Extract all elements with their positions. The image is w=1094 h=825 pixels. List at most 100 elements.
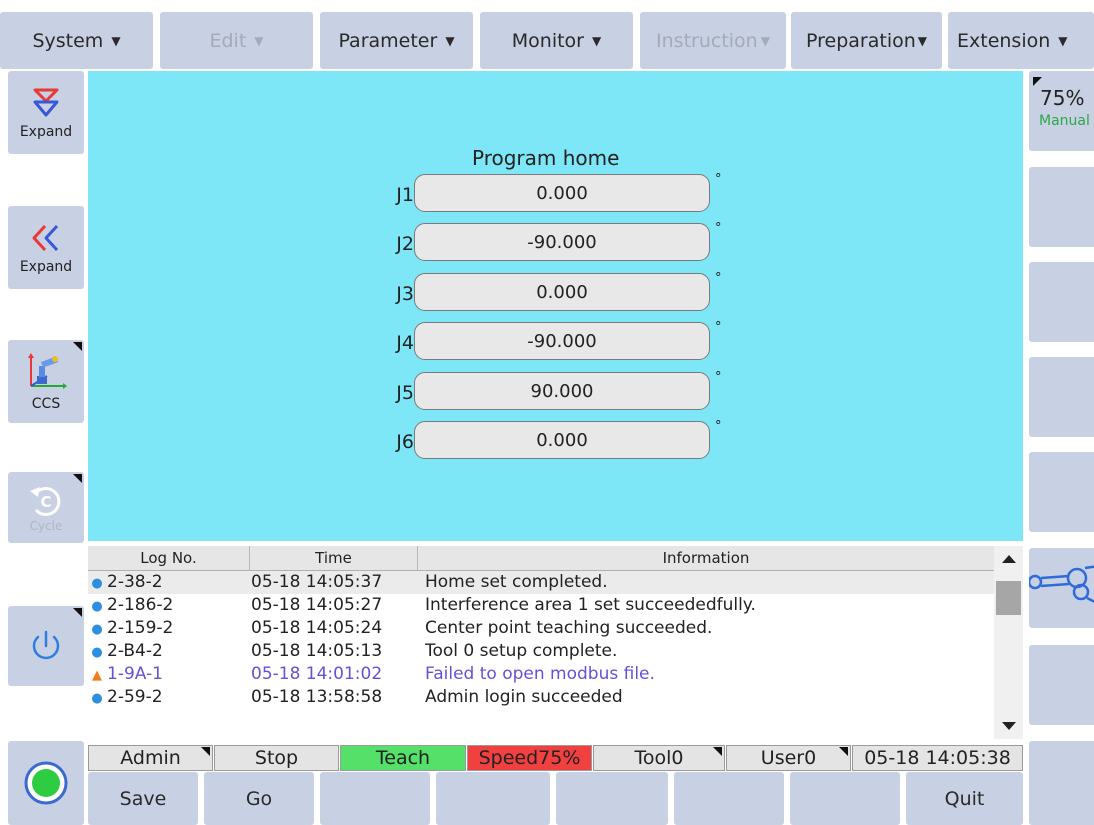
save-button[interactable]: Save: [88, 772, 198, 825]
status-tool[interactable]: Tool0: [593, 745, 725, 771]
dropdown-corner-icon: [73, 608, 82, 617]
joint-value-j1[interactable]: 0.000: [414, 174, 710, 212]
status-user-frame[interactable]: User0: [726, 745, 851, 771]
degree-unit: °: [715, 370, 722, 385]
joint-value-j3[interactable]: 0.000: [414, 273, 710, 311]
log-row[interactable]: ● 2-159-2 05-18 14:05:24 Center point tea…: [88, 617, 994, 640]
menu-edit-label: Edit: [209, 29, 247, 52]
bottom-button-5[interactable]: [556, 772, 668, 825]
dropdown-corner-icon: [713, 747, 722, 756]
status-run-state: Stop: [214, 745, 339, 771]
page-title: Program home: [472, 146, 620, 170]
joint-label-j6: J6: [396, 431, 414, 453]
robot-arm-button[interactable]: [1029, 548, 1094, 628]
log-row[interactable]: ● 2-38-2 05-18 14:05:37 Home set complete…: [88, 571, 994, 594]
chevron-down-icon: ▼: [111, 33, 121, 48]
degree-unit: °: [715, 419, 722, 434]
power-icon: [32, 630, 60, 660]
menu-bar: System ▼ Edit ▼ Parameter ▼ Monitor ▼ Instru…: [0, 0, 1094, 72]
right-toolbar-button-7[interactable]: [1029, 645, 1094, 725]
go-button[interactable]: Go: [204, 772, 314, 825]
status-tool-label: Tool0: [634, 747, 684, 769]
log-info: Tool 0 setup complete.: [425, 641, 618, 661]
cycle-button: C Cycle: [8, 472, 84, 543]
right-toolbar-button-8[interactable]: [1029, 741, 1094, 825]
degree-unit: °: [715, 221, 722, 236]
operation-mode: Manual: [1039, 113, 1090, 129]
warning-icon: ▲: [92, 668, 102, 683]
quit-button[interactable]: Quit: [906, 772, 1023, 825]
log-header-time[interactable]: Time: [250, 546, 418, 570]
log-row[interactable]: ● 2-186-2 05-18 14:05:27 Interference are…: [88, 594, 994, 617]
quit-label: Quit: [944, 787, 985, 810]
log-table: Log No. Time Information ● 2-38-2 05-18 1…: [88, 546, 1023, 739]
menu-monitor[interactable]: Monitor ▼: [480, 12, 633, 69]
log-header-no[interactable]: Log No.: [88, 546, 250, 570]
scroll-thumb[interactable]: [996, 581, 1021, 615]
log-no: 2-186-2: [107, 595, 174, 615]
status-speed: Speed75%: [467, 745, 592, 771]
joint-label-j1: J1: [396, 184, 414, 206]
robot-coordinate-icon: [28, 352, 67, 389]
chevron-down-icon: ▼: [592, 33, 602, 48]
log-scrollbar[interactable]: [994, 546, 1023, 739]
log-no: 2-38-2: [107, 572, 163, 592]
cycle-label: Cycle: [29, 518, 63, 533]
chevron-down-icon: ▼: [254, 33, 264, 48]
expand-left-button[interactable]: Expand: [8, 206, 84, 289]
log-row[interactable]: ▲ 1-9A-1 05-18 14:01:02 Failed to open mo…: [88, 663, 994, 686]
dropdown-corner-icon: [73, 474, 82, 483]
cycle-icon: C: [30, 486, 61, 516]
status-user[interactable]: Admin: [88, 745, 213, 771]
chevron-down-icon: ▼: [760, 33, 770, 48]
chevron-down-icon: ▼: [445, 33, 455, 48]
scroll-down-icon[interactable]: [1002, 722, 1016, 730]
go-label: Go: [245, 787, 273, 810]
expand-down-label: Expand: [19, 123, 73, 140]
log-no: 2-B4-2: [107, 641, 163, 661]
log-row[interactable]: ● 2-B4-2 05-18 14:05:13 Tool 0 setup comp…: [88, 640, 994, 663]
joint-value-j4[interactable]: -90.000: [414, 322, 710, 360]
servo-power-button[interactable]: [8, 606, 84, 686]
expand-down-button[interactable]: Expand: [8, 71, 84, 154]
log-no: 2-159-2: [107, 618, 174, 638]
joint-label-j4: J4: [396, 332, 414, 354]
log-info: Center point teaching succeeded.: [425, 618, 713, 638]
menu-extension-label: Extension: [957, 29, 1051, 52]
menu-parameter[interactable]: Parameter ▼: [320, 12, 473, 69]
info-icon: ●: [91, 599, 103, 614]
bottom-button-4[interactable]: [436, 772, 550, 825]
run-status-button[interactable]: [8, 741, 84, 825]
bottom-button-6[interactable]: [674, 772, 784, 825]
joint-value-j2[interactable]: -90.000: [414, 223, 710, 261]
joint-value-j6[interactable]: 0.000: [414, 421, 710, 459]
menu-monitor-label: Monitor: [511, 29, 584, 52]
joint-label-j5: J5: [396, 382, 414, 404]
menu-system[interactable]: System ▼: [0, 12, 153, 69]
right-toolbar-button-3[interactable]: [1029, 262, 1094, 342]
degree-unit: °: [715, 271, 722, 286]
coordinate-system-button[interactable]: CCS: [8, 340, 84, 423]
log-info: Interference area 1 set succeededfully.: [425, 595, 756, 615]
status-mode: Teach: [340, 745, 466, 771]
joint-value-j5[interactable]: 90.000: [414, 372, 710, 410]
log-table-header: Log No. Time Information: [88, 546, 994, 571]
log-header-info[interactable]: Information: [418, 546, 994, 570]
info-icon: ●: [91, 622, 103, 637]
speed-mode-button[interactable]: 75% Manual: [1029, 71, 1094, 151]
menu-extension[interactable]: Extension ▼: [948, 12, 1094, 69]
bottom-button-3[interactable]: [320, 772, 430, 825]
bottom-button-7[interactable]: [790, 772, 900, 825]
log-no: 1-9A-1: [107, 664, 163, 684]
log-time: 05-18 13:58:58: [251, 687, 383, 707]
info-icon: ●: [91, 645, 103, 660]
log-row[interactable]: ● 2-59-2 05-18 13:58:58 Admin login succe…: [88, 686, 994, 709]
scroll-up-icon[interactable]: [1002, 555, 1016, 563]
log-info: Failed to open modbus file.: [425, 664, 655, 684]
log-time: 05-18 14:01:02: [251, 664, 383, 684]
menu-preparation[interactable]: Preparation ▼: [791, 12, 942, 69]
menu-preparation-label: Preparation: [806, 29, 916, 52]
right-toolbar-button-2[interactable]: [1029, 167, 1094, 247]
right-toolbar-button-4[interactable]: [1029, 357, 1094, 437]
right-toolbar-button-5[interactable]: [1029, 452, 1094, 532]
